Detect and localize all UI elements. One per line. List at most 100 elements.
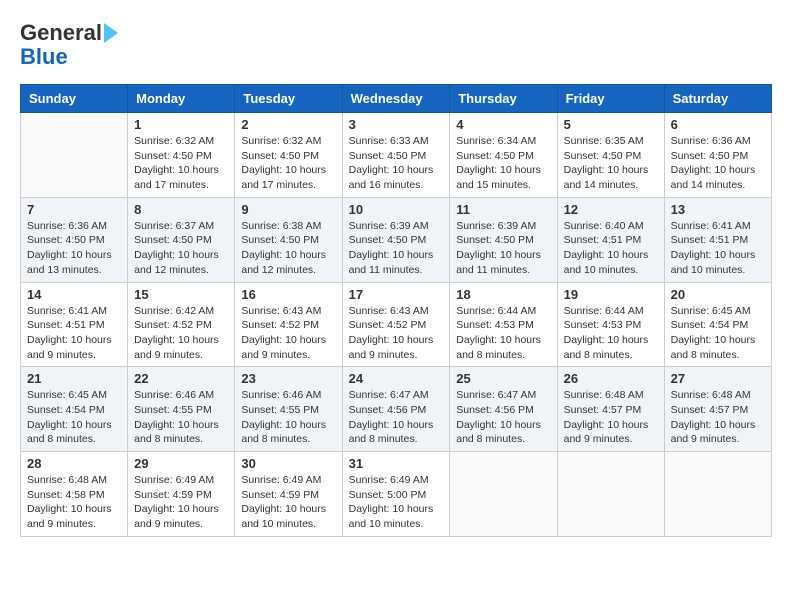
- day-content: Sunrise: 6:39 AM Sunset: 4:50 PM Dayligh…: [349, 219, 444, 278]
- calendar-cell: 6 Sunrise: 6:36 AM Sunset: 4:50 PM Daylig…: [664, 113, 771, 198]
- day-content: Sunrise: 6:40 AM Sunset: 4:51 PM Dayligh…: [564, 219, 658, 278]
- header-wednesday: Wednesday: [342, 85, 450, 113]
- calendar-cell: 21 Sunrise: 6:45 AM Sunset: 4:54 PM Dayli…: [21, 367, 128, 452]
- logo-blue-text: Blue: [20, 46, 68, 68]
- day-number: 18: [456, 287, 550, 302]
- day-content: Sunrise: 6:44 AM Sunset: 4:53 PM Dayligh…: [564, 304, 658, 363]
- calendar-cell: 5 Sunrise: 6:35 AM Sunset: 4:50 PM Daylig…: [557, 113, 664, 198]
- calendar-cell: 26 Sunrise: 6:48 AM Sunset: 4:57 PM Dayli…: [557, 367, 664, 452]
- calendar-cell: [21, 113, 128, 198]
- day-number: 10: [349, 202, 444, 217]
- day-number: 9: [241, 202, 335, 217]
- calendar-cell: 27 Sunrise: 6:48 AM Sunset: 4:57 PM Dayli…: [664, 367, 771, 452]
- day-number: 22: [134, 371, 228, 386]
- day-content: Sunrise: 6:49 AM Sunset: 4:59 PM Dayligh…: [134, 473, 228, 532]
- calendar-cell: [450, 452, 557, 537]
- week-row-2: 7Sunrise: 6:36 AM Sunset: 4:50 PM Daylig…: [21, 197, 772, 282]
- calendar-cell: [557, 452, 664, 537]
- day-number: 3: [349, 117, 444, 132]
- week-row-3: 14 Sunrise: 6:41 AM Sunset: 4:51 PM Dayli…: [21, 282, 772, 367]
- day-content: Sunrise: 6:45 AM Sunset: 4:54 PM Dayligh…: [27, 388, 121, 447]
- day-number: 4: [456, 117, 550, 132]
- calendar-cell: 20 Sunrise: 6:45 AM Sunset: 4:54 PM Dayli…: [664, 282, 771, 367]
- day-content: Sunrise: 6:46 AM Sunset: 4:55 PM Dayligh…: [134, 388, 228, 447]
- day-content: Sunrise: 6:38 AM Sunset: 4:50 PM Dayligh…: [241, 219, 335, 278]
- day-number: 25: [456, 371, 550, 386]
- page-header: General Blue: [20, 20, 772, 68]
- day-number: 28: [27, 456, 121, 471]
- day-content: Sunrise: 6:45 AM Sunset: 4:54 PM Dayligh…: [671, 304, 765, 363]
- calendar-cell: 23 Sunrise: 6:46 AM Sunset: 4:55 PM Dayli…: [235, 367, 342, 452]
- calendar-cell: 2Sunrise: 6:32 AM Sunset: 4:50 PM Daylig…: [235, 113, 342, 198]
- day-number: 6: [671, 117, 765, 132]
- calendar-cell: 8 Sunrise: 6:37 AM Sunset: 4:50 PM Daylig…: [128, 197, 235, 282]
- calendar-cell: 13 Sunrise: 6:41 AM Sunset: 4:51 PM Dayli…: [664, 197, 771, 282]
- calendar-cell: 19 Sunrise: 6:44 AM Sunset: 4:53 PM Dayli…: [557, 282, 664, 367]
- calendar-cell: 10 Sunrise: 6:39 AM Sunset: 4:50 PM Dayli…: [342, 197, 450, 282]
- day-content: Sunrise: 6:41 AM Sunset: 4:51 PM Dayligh…: [27, 304, 121, 363]
- calendar-cell: 16 Sunrise: 6:43 AM Sunset: 4:52 PM Dayli…: [235, 282, 342, 367]
- calendar-cell: 1Sunrise: 6:32 AM Sunset: 4:50 PM Daylig…: [128, 113, 235, 198]
- calendar-cell: 24Sunrise: 6:47 AM Sunset: 4:56 PM Dayli…: [342, 367, 450, 452]
- logo: General Blue: [20, 20, 118, 68]
- day-content: Sunrise: 6:48 AM Sunset: 4:57 PM Dayligh…: [564, 388, 658, 447]
- day-number: 7: [27, 202, 121, 217]
- day-content: Sunrise: 6:41 AM Sunset: 4:51 PM Dayligh…: [671, 219, 765, 278]
- calendar-cell: 25 Sunrise: 6:47 AM Sunset: 4:56 PM Dayli…: [450, 367, 557, 452]
- day-number: 5: [564, 117, 658, 132]
- day-content: Sunrise: 6:37 AM Sunset: 4:50 PM Dayligh…: [134, 219, 228, 278]
- calendar-cell: 22 Sunrise: 6:46 AM Sunset: 4:55 PM Dayli…: [128, 367, 235, 452]
- day-number: 20: [671, 287, 765, 302]
- logo-general-text: General: [20, 20, 102, 46]
- day-number: 14: [27, 287, 121, 302]
- calendar-cell: 29Sunrise: 6:49 AM Sunset: 4:59 PM Dayli…: [128, 452, 235, 537]
- day-content: Sunrise: 6:42 AM Sunset: 4:52 PM Dayligh…: [134, 304, 228, 363]
- day-content: Sunrise: 6:44 AM Sunset: 4:53 PM Dayligh…: [456, 304, 550, 363]
- day-number: 26: [564, 371, 658, 386]
- day-content: Sunrise: 6:43 AM Sunset: 4:52 PM Dayligh…: [241, 304, 335, 363]
- day-number: 23: [241, 371, 335, 386]
- day-content: Sunrise: 6:46 AM Sunset: 4:55 PM Dayligh…: [241, 388, 335, 447]
- calendar-cell: 14 Sunrise: 6:41 AM Sunset: 4:51 PM Dayli…: [21, 282, 128, 367]
- day-content: Sunrise: 6:47 AM Sunset: 4:56 PM Dayligh…: [456, 388, 550, 447]
- day-content: Sunrise: 6:35 AM Sunset: 4:50 PM Dayligh…: [564, 134, 658, 193]
- day-number: 15: [134, 287, 228, 302]
- calendar-cell: 17Sunrise: 6:43 AM Sunset: 4:52 PM Dayli…: [342, 282, 450, 367]
- header-saturday: Saturday: [664, 85, 771, 113]
- day-content: Sunrise: 6:47 AM Sunset: 4:56 PM Dayligh…: [349, 388, 444, 447]
- day-content: Sunrise: 6:39 AM Sunset: 4:50 PM Dayligh…: [456, 219, 550, 278]
- header-monday: Monday: [128, 85, 235, 113]
- calendar-cell: 3 Sunrise: 6:33 AM Sunset: 4:50 PM Daylig…: [342, 113, 450, 198]
- calendar-cell: 15 Sunrise: 6:42 AM Sunset: 4:52 PM Dayli…: [128, 282, 235, 367]
- day-number: 27: [671, 371, 765, 386]
- header-sunday: Sunday: [21, 85, 128, 113]
- calendar-cell: 12 Sunrise: 6:40 AM Sunset: 4:51 PM Dayli…: [557, 197, 664, 282]
- week-row-5: 28 Sunrise: 6:48 AM Sunset: 4:58 PM Dayli…: [21, 452, 772, 537]
- header-thursday: Thursday: [450, 85, 557, 113]
- day-content: Sunrise: 6:36 AM Sunset: 4:50 PM Dayligh…: [671, 134, 765, 193]
- calendar-cell: [664, 452, 771, 537]
- day-number: 12: [564, 202, 658, 217]
- day-number: 21: [27, 371, 121, 386]
- header-tuesday: Tuesday: [235, 85, 342, 113]
- header-friday: Friday: [557, 85, 664, 113]
- logo-arrow-icon: [104, 23, 118, 43]
- calendar-cell: 31Sunrise: 6:49 AM Sunset: 5:00 PM Dayli…: [342, 452, 450, 537]
- calendar-cell: 28 Sunrise: 6:48 AM Sunset: 4:58 PM Dayli…: [21, 452, 128, 537]
- week-row-4: 21 Sunrise: 6:45 AM Sunset: 4:54 PM Dayli…: [21, 367, 772, 452]
- day-number: 8: [134, 202, 228, 217]
- day-number: 13: [671, 202, 765, 217]
- day-number: 16: [241, 287, 335, 302]
- calendar-table: SundayMondayTuesdayWednesdayThursdayFrid…: [20, 84, 772, 537]
- day-number: 19: [564, 287, 658, 302]
- day-content: Sunrise: 6:49 AM Sunset: 4:59 PM Dayligh…: [241, 473, 335, 532]
- day-content: Sunrise: 6:33 AM Sunset: 4:50 PM Dayligh…: [349, 134, 444, 193]
- calendar-cell: 30Sunrise: 6:49 AM Sunset: 4:59 PM Dayli…: [235, 452, 342, 537]
- calendar-cell: 18 Sunrise: 6:44 AM Sunset: 4:53 PM Dayli…: [450, 282, 557, 367]
- day-number: 1: [134, 117, 228, 132]
- day-number: 17: [349, 287, 444, 302]
- day-content: Sunrise: 6:48 AM Sunset: 4:57 PM Dayligh…: [671, 388, 765, 447]
- day-content: Sunrise: 6:48 AM Sunset: 4:58 PM Dayligh…: [27, 473, 121, 532]
- weekday-header-row: SundayMondayTuesdayWednesdayThursdayFrid…: [21, 85, 772, 113]
- day-content: Sunrise: 6:32 AM Sunset: 4:50 PM Dayligh…: [241, 134, 335, 193]
